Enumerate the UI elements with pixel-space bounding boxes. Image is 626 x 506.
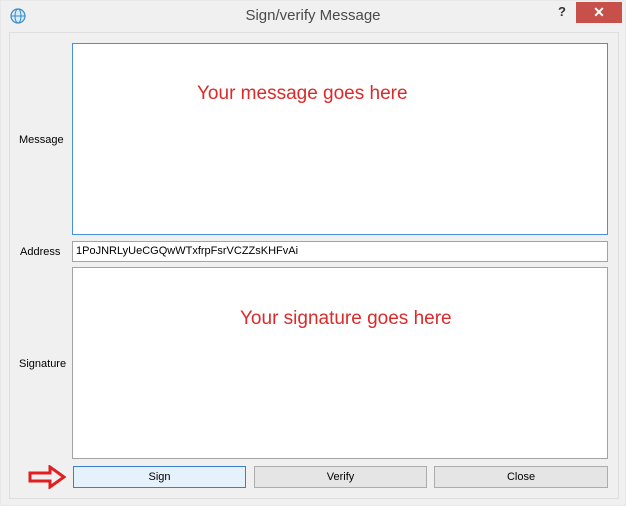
message-input[interactable] [72, 43, 608, 235]
verify-button[interactable]: Verify [254, 466, 427, 488]
title-bar[interactable]: Sign/verify Message ? ✕ [1, 1, 625, 32]
address-label: Address [20, 246, 61, 258]
close-button[interactable]: Close [434, 466, 608, 488]
signature-input[interactable] [72, 267, 608, 459]
message-label: Message [19, 134, 64, 146]
signature-overlay-text: Your signature goes here [240, 308, 452, 329]
sign-verify-window: Sign/verify Message ? ✕ Message Your mes… [0, 0, 626, 506]
window-close-button[interactable]: ✕ [576, 2, 622, 23]
sign-button[interactable]: Sign [73, 466, 246, 488]
address-input[interactable]: 1PoJNRLyUeCGQwWTxfrpFsrVCZZsKHFvAi [72, 241, 608, 262]
window-title: Sign/verify Message [245, 7, 381, 24]
dialog-body: Message Your message goes here Address 1… [9, 32, 619, 499]
message-overlay-text: Your message goes here [197, 83, 408, 104]
help-button[interactable]: ? [549, 2, 575, 22]
right-arrow-icon [28, 465, 66, 489]
signature-label: Signature [19, 358, 67, 370]
